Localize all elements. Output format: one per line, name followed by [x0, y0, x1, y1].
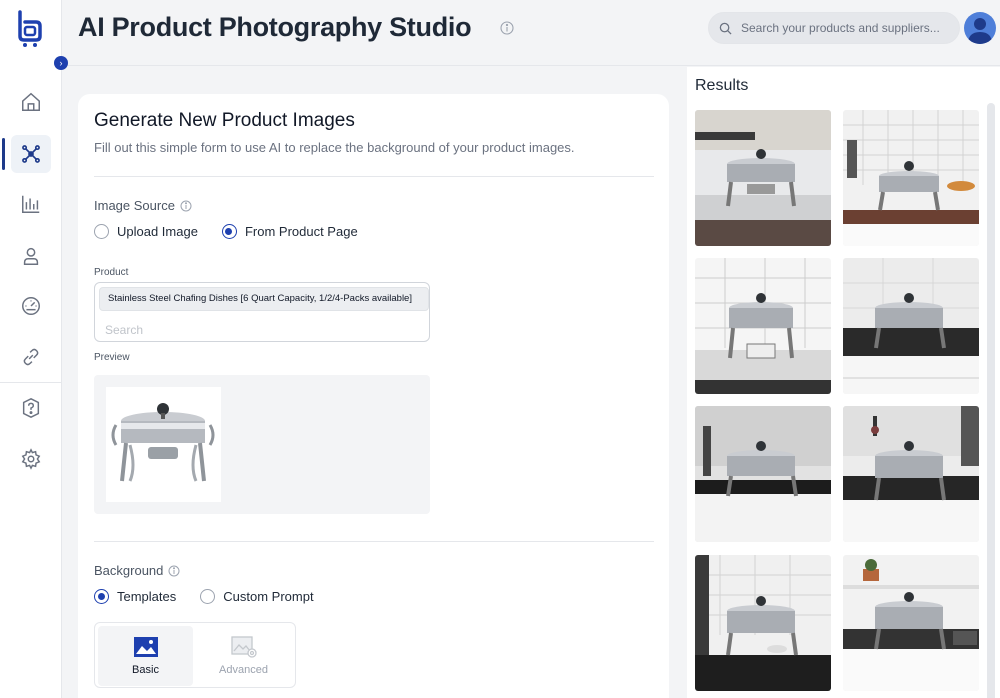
sidebar-item-network[interactable]: [0, 134, 62, 174]
results-scrollbar[interactable]: [987, 103, 995, 698]
preview-label: Preview: [94, 352, 130, 363]
radio-upload-image[interactable]: Upload Image: [94, 224, 198, 239]
result-image[interactable]: [695, 258, 831, 394]
user-icon: [23, 247, 39, 265]
link-icon: [23, 348, 39, 366]
template-selector: Basic Advanced: [94, 622, 296, 688]
divider: [94, 541, 654, 542]
template-basic[interactable]: Basic: [98, 626, 193, 686]
form-title: Generate New Product Images: [94, 110, 355, 131]
network-icon: [22, 145, 40, 163]
radio-button[interactable]: [200, 589, 216, 604]
result-image[interactable]: [843, 555, 979, 691]
info-icon[interactable]: [500, 21, 514, 35]
radio-label: Upload Image: [117, 224, 198, 239]
radio-templates[interactable]: Templates: [94, 589, 176, 604]
product-select[interactable]: Stainless Steel Chafing Dishes [6 Quart …: [94, 282, 430, 342]
radio-from-product-page[interactable]: From Product Page: [221, 224, 358, 239]
user-avatar[interactable]: [964, 12, 996, 44]
results-title: Results: [695, 77, 749, 94]
result-image[interactable]: [843, 406, 979, 542]
settings-icon: [21, 448, 41, 470]
info-icon[interactable]: [168, 565, 180, 577]
sidebar-item-analytics[interactable]: [0, 184, 62, 224]
analytics-icon: [22, 195, 40, 213]
template-label: Basic: [132, 664, 159, 676]
image-source-label: Image Source: [94, 198, 192, 213]
sidebar-item-home[interactable]: [0, 82, 62, 122]
sidebar-expand-button[interactable]: ›: [54, 56, 68, 70]
search-icon: [719, 22, 732, 35]
home-icon: [22, 92, 40, 111]
result-image[interactable]: [695, 110, 831, 246]
background-label-text: Background: [94, 563, 164, 578]
radio-label: From Product Page: [244, 224, 358, 239]
selected-product-chip[interactable]: Stainless Steel Chafing Dishes [6 Quart …: [99, 287, 429, 311]
sidebar-item-link[interactable]: [0, 337, 62, 377]
results-panel: Results: [687, 67, 1000, 698]
search-input[interactable]: [741, 13, 955, 43]
sidebar-divider: [0, 382, 62, 383]
info-icon[interactable]: [180, 200, 192, 212]
image-settings-icon: [230, 636, 257, 658]
sidebar-item-dashboard[interactable]: [0, 286, 62, 326]
template-label: Advanced: [219, 664, 268, 676]
sidebar-item-help[interactable]: [0, 388, 62, 428]
preview-area: [94, 375, 430, 514]
image-source-options: Upload Image From Product Page: [94, 224, 382, 239]
sidebar: [0, 0, 62, 698]
image-icon: [133, 637, 158, 657]
product-search-input[interactable]: [105, 321, 405, 339]
page-title: AI Product Photography Studio: [78, 12, 472, 42]
radio-label: Custom Prompt: [223, 589, 314, 604]
radio-label: Templates: [117, 589, 177, 604]
radio-button-selected[interactable]: [221, 224, 237, 239]
background-options: Templates Custom Prompt: [94, 589, 338, 604]
divider: [94, 176, 654, 177]
product-label: Product: [94, 267, 129, 278]
help-icon: [22, 398, 40, 418]
generate-form-card: Generate New Product Images Fill out thi…: [78, 94, 669, 698]
product-preview-image: [106, 387, 221, 502]
search-bar[interactable]: [708, 12, 960, 44]
header: AI Product Photography Studio: [62, 0, 1000, 66]
radio-button-selected[interactable]: [94, 589, 109, 604]
result-image[interactable]: [695, 555, 831, 691]
app-logo[interactable]: [14, 10, 46, 48]
sidebar-item-settings[interactable]: [0, 439, 62, 479]
form-subtitle: Fill out this simple form to use AI to r…: [94, 140, 575, 155]
image-source-label-text: Image Source: [94, 198, 175, 213]
result-image[interactable]: [843, 110, 979, 246]
result-image[interactable]: [695, 406, 831, 542]
template-advanced[interactable]: Advanced: [196, 626, 291, 686]
background-label: Background: [94, 563, 180, 578]
result-image[interactable]: [843, 258, 979, 394]
radio-button[interactable]: [94, 224, 109, 239]
sidebar-item-user[interactable]: [0, 236, 62, 276]
radio-custom-prompt[interactable]: Custom Prompt: [200, 589, 314, 604]
dashboard-gauge-icon: [22, 297, 40, 315]
